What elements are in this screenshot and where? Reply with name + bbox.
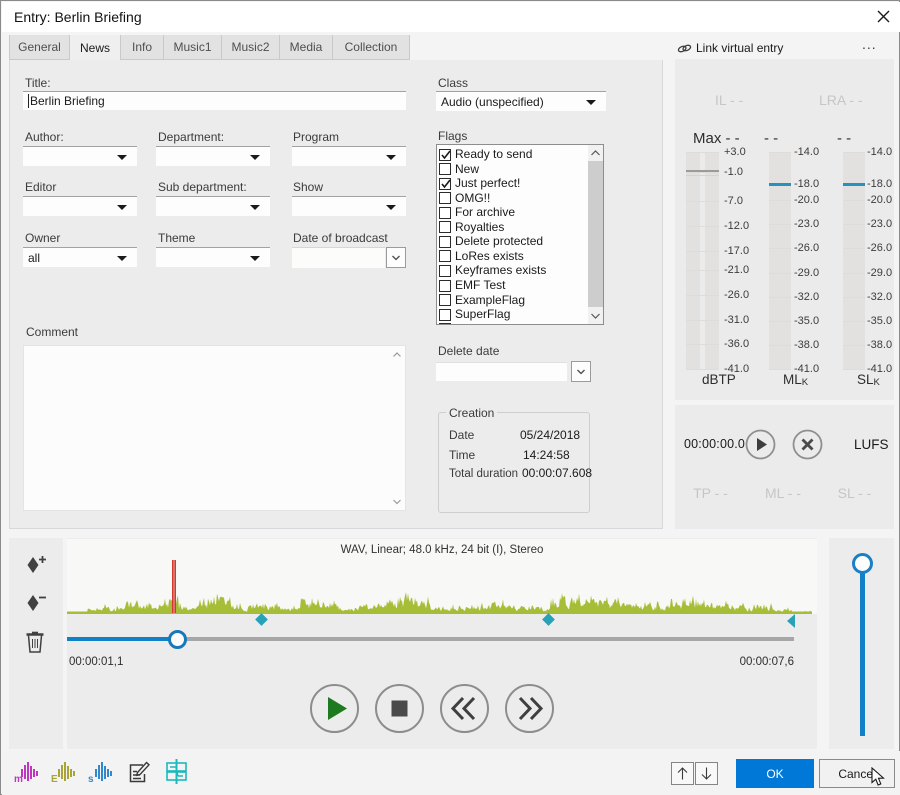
svg-text:m: m: [14, 774, 23, 784]
svg-text:s: s: [88, 774, 94, 784]
svg-text:E: E: [51, 774, 58, 784]
